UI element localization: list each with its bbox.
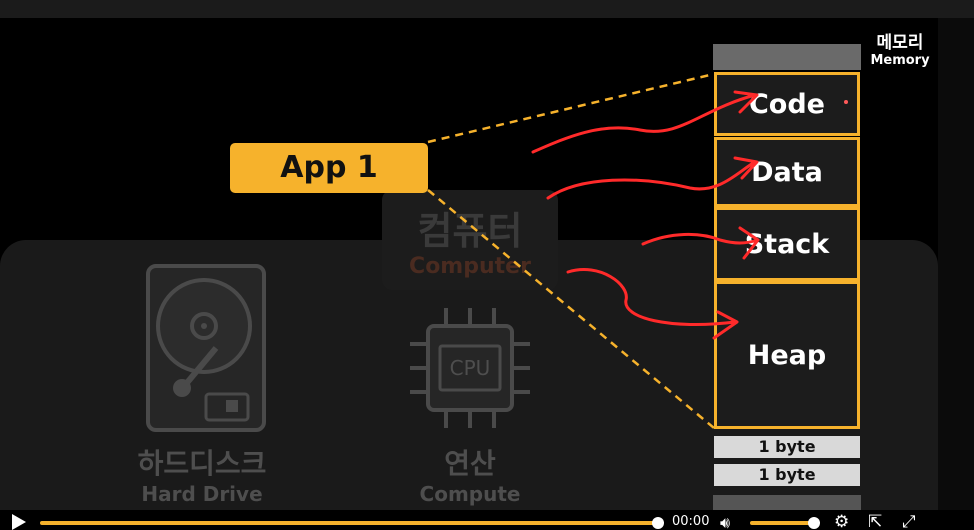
- fullscreen-icon[interactable]: ⤢: [902, 512, 916, 530]
- memory-title-ko: 메모리: [876, 33, 924, 53]
- time-display: 00:00: [672, 514, 710, 529]
- app-1-box: App 1: [230, 143, 428, 193]
- computer-label-en: Computer: [409, 254, 531, 279]
- harddisk-label-en: Hard Drive: [141, 482, 263, 506]
- memory-byte-1: 1 byte: [714, 436, 860, 458]
- compute-label-ko: 연산: [444, 447, 496, 480]
- volume-slider[interactable]: [750, 521, 814, 525]
- memory-top-block: [713, 44, 861, 70]
- volume-icon[interactable]: 🔊︎: [720, 513, 730, 530]
- volume-thumb[interactable]: [808, 517, 820, 529]
- settings-icon[interactable]: ⚙: [834, 512, 849, 530]
- memory-title: 메모리 Memory: [862, 20, 938, 74]
- memory-byte-2: 1 byte: [714, 464, 860, 486]
- play-icon[interactable]: [12, 514, 26, 530]
- cpu-chip-label: CPU: [449, 356, 491, 380]
- compute-label-en: Compute: [419, 482, 521, 506]
- memory-segment-code: Code: [714, 72, 860, 136]
- memory-segment-heap: Heap: [714, 281, 860, 429]
- player-controls: [0, 510, 974, 530]
- seek-bar[interactable]: [40, 521, 658, 525]
- top-bar: [0, 0, 974, 18]
- memory-title-en: Memory: [870, 53, 930, 68]
- hard-drive-icon: [146, 264, 266, 432]
- external-link-icon[interactable]: ⇱: [868, 512, 882, 530]
- memory-segment-stack: Stack: [714, 207, 860, 281]
- memory-segment-data: Data: [714, 137, 860, 207]
- harddisk-label-ko: 하드디스크: [137, 447, 267, 480]
- right-strip: [938, 18, 974, 514]
- computer-label-ko: 컴퓨터: [417, 209, 523, 253]
- seek-thumb[interactable]: [652, 517, 664, 529]
